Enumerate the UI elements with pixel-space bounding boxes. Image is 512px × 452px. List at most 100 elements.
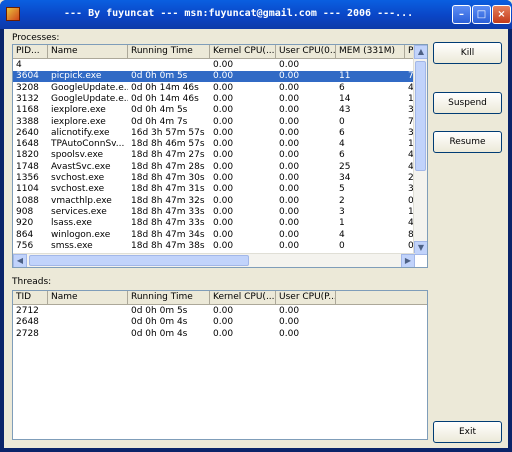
- table-cell: 14: [339, 93, 351, 104]
- processes-horizontal-scrollbar[interactable]: ◀ ▶: [13, 253, 415, 267]
- table-cell: 18d 8h 46m 57s: [131, 139, 205, 150]
- resume-button[interactable]: Resume: [433, 131, 502, 153]
- table-cell: [128, 60, 210, 71]
- table-cell: GoogleUpdate.e...: [51, 93, 128, 104]
- table-cell: 0.00: [279, 105, 300, 116]
- table-cell: 0.00: [279, 229, 300, 240]
- column-header[interactable]: Name: [48, 45, 128, 59]
- table-cell: 0.00: [213, 60, 234, 70]
- table-cell: 1820: [16, 150, 39, 161]
- column-header[interactable]: Name: [48, 291, 128, 305]
- suspend-button[interactable]: Suspend: [433, 92, 502, 114]
- threads-header: TID Name Running Time Kernel CPU(... User CP…: [13, 291, 427, 305]
- table-cell: 0d 0h 14m 46s: [131, 93, 199, 104]
- scroll-thumb[interactable]: [415, 61, 426, 171]
- table-cell: spoolsv.exe: [51, 150, 104, 161]
- table-cell: 908: [16, 206, 34, 217]
- title-bar[interactable]: --- By fuyuncat --- msn:fuyuncat@gmail.c…: [0, 0, 512, 29]
- table-cell: 0d 0h 0m 4s: [131, 317, 188, 328]
- table-cell: svchost.exe: [51, 173, 105, 183]
- table-cell: 0d 0h 0m 5s: [131, 71, 188, 82]
- table-cell: [48, 60, 128, 71]
- table-cell: 0.00: [213, 127, 234, 138]
- scroll-thumb-horizontal[interactable]: [29, 255, 249, 266]
- table-cell: 0.00: [279, 173, 300, 183]
- table-row[interactable]: 3208 GoogleUpdate.e... 0d 0h 14m 46s 0.00 0.…: [13, 83, 419, 94]
- table-row[interactable]: 1748 AvastSvc.exe 18d 8h 47m 28s 0.00 0.00 25…: [13, 162, 419, 173]
- table-cell: 1104: [16, 184, 39, 195]
- column-header[interactable]: User CPU(P...: [276, 291, 336, 305]
- table-cell: 0.00: [213, 240, 234, 251]
- table-cell: 756: [16, 240, 34, 251]
- table-row[interactable]: 3604 picpick.exe 0d 0h 0m 5s 0.00 0.00 11 7: [13, 71, 419, 83]
- table-cell: 2712: [16, 306, 39, 316]
- kill-button[interactable]: Kill: [433, 42, 502, 64]
- table-cell: 0.00: [279, 161, 300, 172]
- table-cell: 0.00: [279, 82, 300, 93]
- table-row[interactable]: 1648 TPAutoConnSv... 18d 8h 46m 57s 0.00 0.0…: [13, 139, 419, 150]
- column-header[interactable]: User CPU(0...: [276, 45, 336, 59]
- table-cell: 0.00: [279, 93, 300, 104]
- table-row[interactable]: 1104 svchost.exe 18d 8h 47m 31s 0.00 0.00 5 3: [13, 184, 419, 195]
- maximize-button[interactable]: □: [472, 5, 491, 24]
- table-row[interactable]: 2640 alicnotify.exe 16d 3h 57m 57s 0.00 0.00…: [13, 128, 419, 139]
- table-row[interactable]: 864 winlogon.exe 18d 8h 47m 34s 0.00 0.00 4 8: [13, 230, 419, 241]
- table-row[interactable]: 908 services.exe 18d 8h 47m 33s 0.00 0.00 3 1: [13, 207, 419, 218]
- column-header[interactable]: Running Time: [128, 291, 210, 305]
- table-cell: 0d 0h 0m 5s: [131, 306, 188, 316]
- table-cell: 0.00: [213, 71, 234, 82]
- table-cell: 0.00: [213, 161, 234, 172]
- scroll-up-icon[interactable]: ▲: [414, 45, 427, 59]
- table-row[interactable]: 4 0.00 0.00: [13, 60, 419, 71]
- threads-list[interactable]: TID Name Running Time Kernel CPU(... User CP…: [12, 290, 428, 440]
- table-row[interactable]: 1168iexplore.exe0d 0h 4m 5s0.000.004334: [13, 105, 419, 116]
- table-cell: 0.00: [213, 306, 234, 316]
- scroll-left-icon[interactable]: ◀: [13, 254, 27, 267]
- column-header[interactable]: Kernel CPU(...: [210, 291, 276, 305]
- table-cell: 16d 3h 57m 57s: [131, 127, 205, 138]
- table-row[interactable]: 2728 0d 0h 0m 4s 0.00 0.00: [13, 329, 336, 340]
- column-header[interactable]: Kernel CPU(...: [210, 45, 276, 59]
- column-header[interactable]: Running Time: [128, 45, 210, 59]
- window-title: --- By fuyuncat --- msn:fuyuncat@gmail.c…: [64, 8, 414, 19]
- table-cell: 43: [339, 105, 351, 116]
- table-row[interactable]: 1088 vmacthlp.exe 18d 8h 47m 32s 0.00 0.00 2 0: [13, 196, 419, 207]
- table-row[interactable]: 2648 0d 0h 0m 4s 0.00 0.00: [13, 317, 336, 328]
- processes-vertical-scrollbar[interactable]: ▲ ▼: [413, 45, 427, 255]
- table-cell: 3388: [16, 116, 39, 127]
- table-cell: 0: [339, 240, 345, 251]
- table-cell: smss.exe: [51, 240, 93, 251]
- processes-label: Processes:: [12, 33, 60, 43]
- table-row[interactable]: 1356svchost.exe18d 8h 47m 30s0.000.00342…: [13, 173, 419, 184]
- table-row[interactable]: 756 smss.exe 18d 8h 47m 38s 0.00 0.00 0 0: [13, 241, 419, 252]
- table-cell: 0d 0h 0m 4s: [131, 328, 188, 339]
- column-header[interactable]: PID...: [13, 45, 48, 59]
- table-cell: 18d 8h 47m 28s: [131, 161, 205, 172]
- table-row[interactable]: 920 lsass.exe 18d 8h 47m 33s 0.00 0.00 1 4: [13, 218, 419, 229]
- column-header[interactable]: MEM (331M): [336, 45, 405, 59]
- table-row[interactable]: 3388 iexplore.exe 0d 0h 4m 7s 0.00 0.00 0 7: [13, 117, 419, 128]
- table-cell: 0.00: [213, 317, 234, 328]
- table-cell: 18d 8h 47m 33s: [131, 218, 205, 229]
- table-cell: 1356: [16, 173, 39, 183]
- table-cell: 3132: [16, 93, 39, 104]
- table-cell: 0.00: [213, 328, 234, 339]
- table-row[interactable]: 3132 GoogleUpdate.e... 0d 0h 14m 46s 0.00 0.…: [13, 94, 419, 105]
- processes-list[interactable]: PID... Name Running Time Kernel CPU(... User…: [12, 44, 428, 268]
- column-header[interactable]: TID: [13, 291, 48, 305]
- table-cell: [48, 329, 128, 340]
- table-cell: 4: [16, 60, 22, 70]
- table-row[interactable]: 1820 spoolsv.exe 18d 8h 47m 27s 0.00 0.00 6 4: [13, 150, 419, 161]
- app-icon: [6, 7, 20, 21]
- table-cell: 0.00: [213, 173, 234, 183]
- table-cell: 0.00: [279, 150, 300, 161]
- scroll-right-icon[interactable]: ▶: [401, 254, 415, 267]
- table-cell: 18d 8h 47m 33s: [131, 206, 205, 217]
- table-row[interactable]: 2712 0d 0h 0m 5s 0.00 0.00: [13, 306, 336, 317]
- scroll-down-icon[interactable]: ▼: [414, 241, 427, 255]
- close-button[interactable]: ×: [492, 5, 511, 24]
- table-cell: 0.00: [279, 139, 300, 150]
- exit-button[interactable]: Exit: [433, 421, 502, 443]
- table-cell: 0.00: [279, 195, 300, 206]
- minimize-button[interactable]: –: [452, 5, 471, 24]
